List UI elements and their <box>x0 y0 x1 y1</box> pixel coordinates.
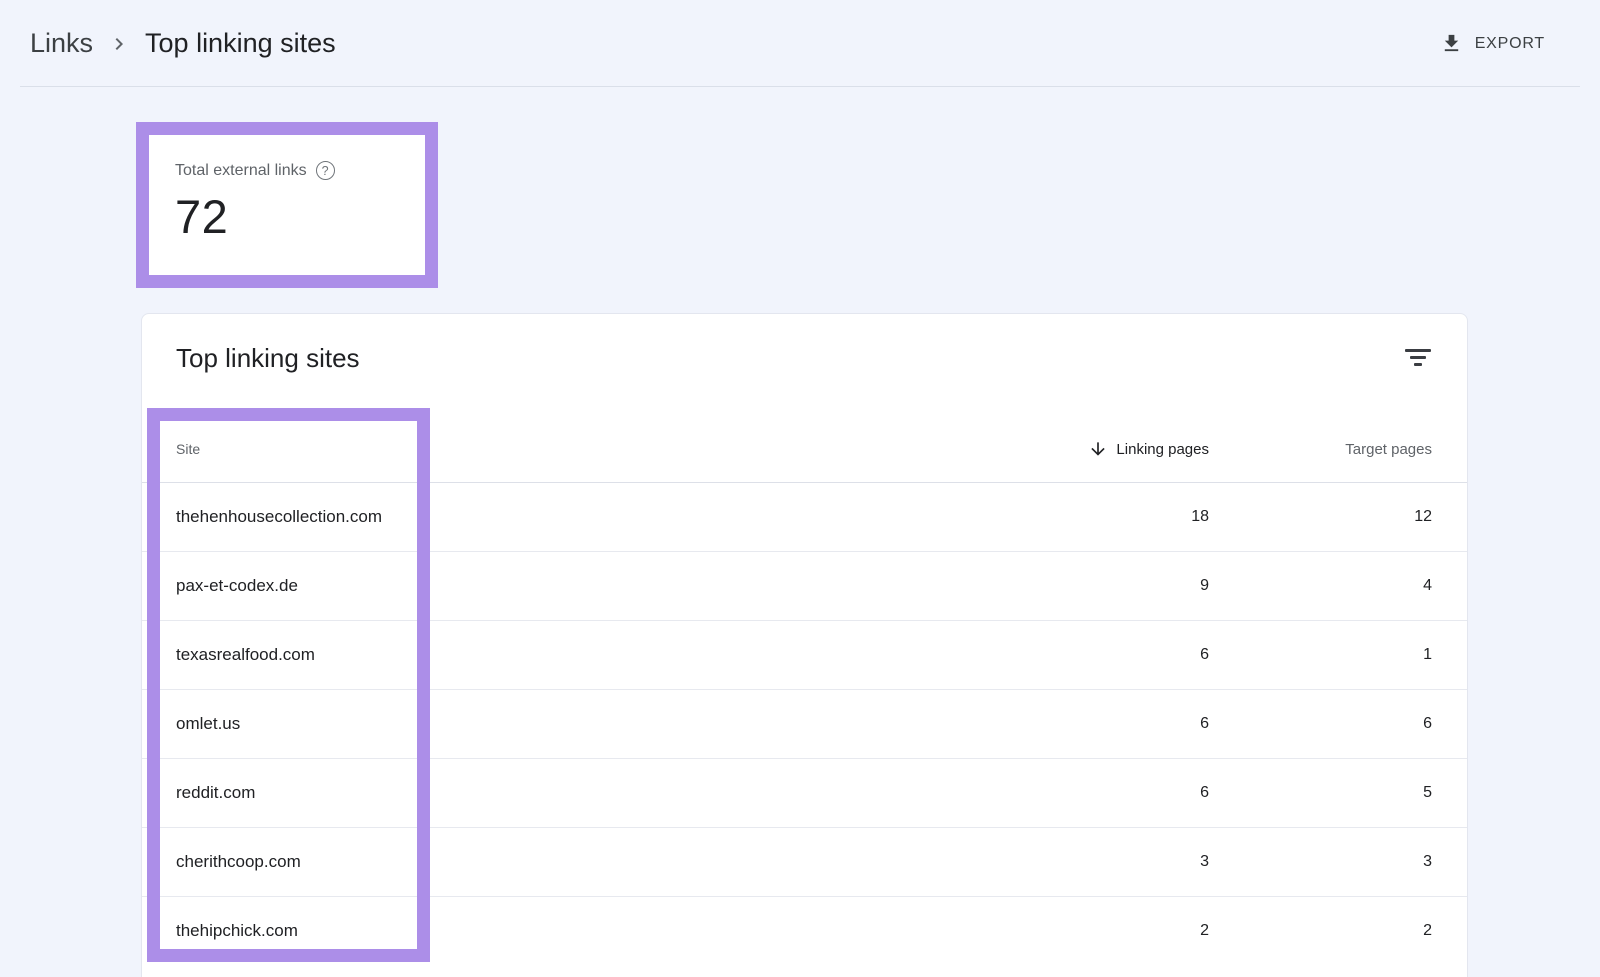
column-header-site[interactable]: Site <box>176 441 909 457</box>
download-icon <box>1440 32 1463 55</box>
target-pages-cell: 6 <box>1209 715 1432 733</box>
site-cell[interactable]: texasrealfood.com <box>176 645 909 665</box>
target-pages-cell: 4 <box>1209 577 1432 595</box>
target-pages-cell: 3 <box>1209 853 1432 871</box>
site-cell[interactable]: thehipchick.com <box>176 921 909 941</box>
linking-sites-table: Site Linking pages Target pages thehenho… <box>142 416 1467 965</box>
panel-header: Top linking sites <box>142 314 1467 375</box>
top-bar: Links Top linking sites EXPORT <box>0 0 1600 87</box>
breadcrumb: Links Top linking sites <box>30 28 336 59</box>
site-cell[interactable]: cherithcoop.com <box>176 852 909 872</box>
kpi-value: 72 <box>175 189 425 244</box>
breadcrumb-current: Top linking sites <box>145 28 336 59</box>
linking-pages-cell: 18 <box>909 508 1209 526</box>
table-row[interactable]: thehenhousecollection.com 18 12 <box>142 482 1467 551</box>
table-header-row: Site Linking pages Target pages <box>142 416 1467 482</box>
linking-pages-cell: 6 <box>909 646 1209 664</box>
target-pages-cell: 5 <box>1209 784 1432 802</box>
sort-arrow-down-icon <box>1088 439 1108 459</box>
target-pages-cell: 12 <box>1209 508 1432 526</box>
export-label: EXPORT <box>1475 35 1545 53</box>
breadcrumb-links[interactable]: Links <box>30 28 93 59</box>
table-row[interactable]: texasrealfood.com 6 1 <box>142 620 1467 689</box>
table-row[interactable]: pax-et-codex.de 9 4 <box>142 551 1467 620</box>
kpi-highlight-frame: Total external links ? 72 <box>136 122 438 288</box>
column-header-linking-pages[interactable]: Linking pages <box>909 439 1209 459</box>
site-cell[interactable]: reddit.com <box>176 783 909 803</box>
target-pages-cell: 1 <box>1209 646 1432 664</box>
linking-pages-cell: 2 <box>909 922 1209 940</box>
header-divider <box>20 86 1580 87</box>
top-linking-sites-panel: Top linking sites Site Linking pages Tar… <box>141 313 1468 977</box>
table-row[interactable]: reddit.com 6 5 <box>142 758 1467 827</box>
table-row[interactable]: cherithcoop.com 3 3 <box>142 827 1467 896</box>
chevron-right-icon <box>107 32 131 56</box>
export-button[interactable]: EXPORT <box>1440 32 1545 55</box>
linking-pages-cell: 3 <box>909 853 1209 871</box>
column-header-target-pages[interactable]: Target pages <box>1209 441 1432 458</box>
panel-title: Top linking sites <box>176 341 1467 375</box>
filter-icon[interactable] <box>1404 347 1432 369</box>
table-row[interactable]: omlet.us 6 6 <box>142 689 1467 758</box>
kpi-label: Total external links <box>175 162 307 180</box>
total-external-links-card: Total external links ? 72 <box>149 135 425 244</box>
linking-pages-cell: 6 <box>909 715 1209 733</box>
site-cell[interactable]: omlet.us <box>176 714 909 734</box>
linking-pages-cell: 6 <box>909 784 1209 802</box>
help-icon[interactable]: ? <box>316 161 335 180</box>
site-cell[interactable]: pax-et-codex.de <box>176 576 909 596</box>
linking-pages-header-label: Linking pages <box>1116 441 1209 458</box>
table-row[interactable]: thehipchick.com 2 2 <box>142 896 1467 965</box>
target-pages-cell: 2 <box>1209 922 1432 940</box>
linking-pages-cell: 9 <box>909 577 1209 595</box>
site-cell[interactable]: thehenhousecollection.com <box>176 507 909 527</box>
